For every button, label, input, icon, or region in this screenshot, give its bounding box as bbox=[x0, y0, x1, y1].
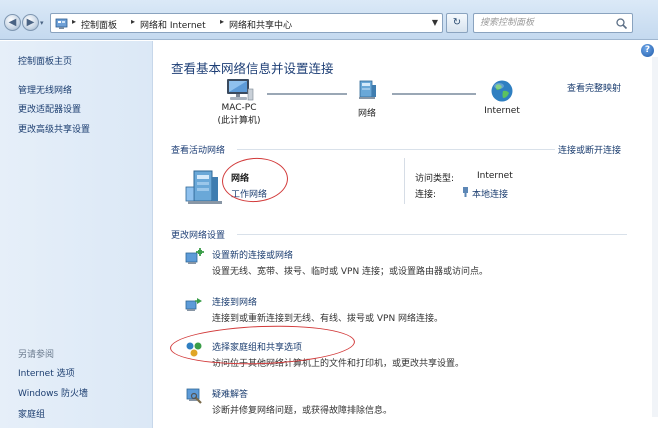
access-type-label: 访问类型: bbox=[415, 174, 455, 184]
task-description: 设置无线、宽带、拨号、临时或 VPN 连接；或设置路由器或访问点。 bbox=[212, 267, 489, 277]
map-node-internet[interactable]: Internet bbox=[479, 79, 525, 116]
breadcrumb-control-panel[interactable]: 控制面板 bbox=[81, 18, 117, 31]
search-input[interactable] bbox=[474, 14, 602, 32]
network-building-icon bbox=[185, 170, 222, 204]
connect-disconnect-link[interactable]: 连接或断开连接 bbox=[558, 143, 621, 156]
help-icon[interactable]: ? bbox=[641, 44, 654, 57]
manage-wireless-networks-link[interactable]: 管理无线网络 bbox=[18, 83, 72, 96]
vertical-scrollbar[interactable] bbox=[652, 57, 658, 417]
new-connection-icon bbox=[185, 248, 204, 264]
refresh-button[interactable]: ↻ bbox=[446, 13, 468, 33]
search-icon[interactable] bbox=[615, 17, 628, 30]
network-label: 网络 bbox=[357, 109, 376, 119]
task-description: 诊断并修复网络问题，或获得故障排除信息。 bbox=[212, 406, 393, 416]
view-full-map-link[interactable]: 查看完整映射 bbox=[567, 81, 621, 94]
navigation-bar: ◀ ▶ ▾ ▸ 控制面板 ▸ 网络和 Internet ▸ 网络和共享中心 ▼ … bbox=[0, 0, 658, 40]
control-panel-icon bbox=[55, 18, 68, 29]
windows-firewall-link[interactable]: Windows 防火墙 bbox=[18, 386, 88, 399]
ethernet-icon bbox=[463, 187, 468, 197]
connect-to-network-icon bbox=[185, 298, 202, 311]
left-navigation-pane: 控制面板主页 管理无线网络 更改适配器设置 更改高级共享设置 另请参阅 Inte… bbox=[0, 41, 153, 428]
main-content: ? 查看基本网络信息并设置连接 MAC-PC (此计算机) 网络 Interne… bbox=[154, 41, 658, 428]
internet-label: Internet bbox=[484, 106, 520, 116]
map-connection-line bbox=[267, 93, 347, 95]
breadcrumb-network-internet[interactable]: 网络和 Internet bbox=[140, 18, 206, 31]
connection-label: 连接: bbox=[415, 190, 437, 200]
section-divider bbox=[237, 234, 627, 235]
troubleshoot-icon bbox=[186, 388, 202, 404]
local-connection-link[interactable]: 本地连接 bbox=[472, 187, 508, 200]
active-networks-heading: 查看活动网络 bbox=[171, 146, 226, 156]
map-connection-line bbox=[392, 93, 476, 95]
homegroup-link[interactable]: 家庭组 bbox=[18, 407, 45, 420]
task-description: 连接到或重新连接到无线、有线、拨号或 VPN 网络连接。 bbox=[212, 314, 444, 324]
control-panel-home-link[interactable]: 控制面板主页 bbox=[18, 54, 72, 67]
refresh-icon: ↻ bbox=[452, 17, 462, 28]
map-node-computer[interactable]: MAC-PC (此计算机) bbox=[209, 77, 269, 126]
recent-pages-icon[interactable]: ▾ bbox=[40, 19, 44, 27]
breadcrumb-separator-icon: ▸ bbox=[131, 17, 136, 26]
computer-name: MAC-PC bbox=[221, 103, 257, 113]
page-title: 查看基本网络信息并设置连接 bbox=[171, 61, 334, 76]
setup-new-connection-link[interactable]: 设置新的连接或网络 bbox=[212, 248, 293, 261]
connect-to-network-link[interactable]: 连接到网络 bbox=[212, 295, 257, 308]
change-adapter-settings-link[interactable]: 更改适配器设置 bbox=[18, 102, 81, 115]
internet-options-link[interactable]: Internet 选项 bbox=[18, 366, 75, 379]
back-button[interactable]: ◀ bbox=[4, 14, 21, 31]
change-settings-heading: 更改网络设置 bbox=[171, 231, 226, 241]
map-node-network[interactable]: 网络 bbox=[350, 79, 384, 119]
vertical-divider bbox=[404, 158, 405, 204]
internet-globe-icon bbox=[491, 80, 513, 102]
section-divider bbox=[237, 149, 555, 150]
computer-icon bbox=[227, 79, 254, 101]
see-also-heading: 另请参阅 bbox=[18, 350, 55, 360]
address-bar[interactable]: ▸ 控制面板 ▸ 网络和 Internet ▸ 网络和共享中心 ▼ bbox=[50, 13, 443, 33]
network-icon bbox=[359, 80, 376, 99]
change-advanced-sharing-link[interactable]: 更改高级共享设置 bbox=[18, 122, 90, 135]
breadcrumb-separator-icon: ▸ bbox=[220, 17, 225, 26]
access-type-value: Internet bbox=[477, 171, 513, 181]
forward-button[interactable]: ▶ bbox=[22, 14, 39, 31]
breadcrumb-network-sharing-center[interactable]: 网络和共享中心 bbox=[229, 18, 292, 31]
address-dropdown-icon[interactable]: ▼ bbox=[432, 18, 438, 27]
computer-subtitle: (此计算机) bbox=[217, 116, 261, 126]
breadcrumb-separator-icon: ▸ bbox=[72, 17, 77, 26]
search-box[interactable] bbox=[473, 13, 633, 33]
troubleshoot-link[interactable]: 疑难解答 bbox=[212, 387, 248, 400]
